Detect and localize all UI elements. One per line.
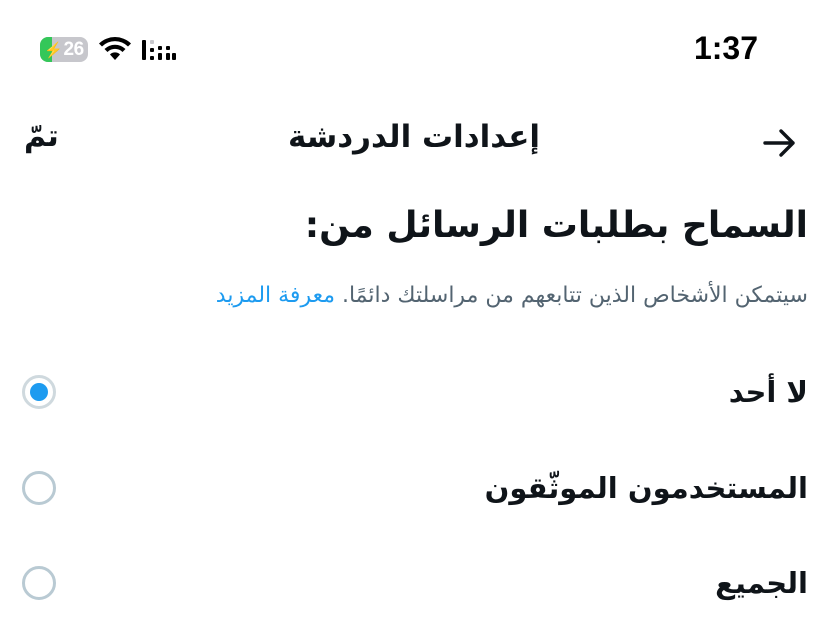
option-verified-users[interactable]: المستخدمون الموثّقون xyxy=(0,451,828,531)
wifi-icon xyxy=(99,37,131,60)
top-navigation-bar: تمّ إعدادات الدردشة xyxy=(0,105,828,175)
option-label: الجميع xyxy=(715,566,808,600)
radio-button[interactable] xyxy=(22,566,56,600)
cellular-signal-icon xyxy=(142,40,176,60)
section-heading: السماح بطلبات الرسائل من: xyxy=(304,205,808,246)
learn-more-link[interactable]: معرفة المزيد xyxy=(216,283,335,308)
battery-level: ⚡ 26 xyxy=(40,37,88,62)
option-no-one[interactable]: لا أحد xyxy=(0,355,828,435)
option-label: لا أحد xyxy=(728,375,808,409)
status-bar: ⚡ 26 1:37 xyxy=(0,0,828,100)
bolt-icon: ⚡ xyxy=(44,41,63,59)
battery-indicator: ⚡ 26 xyxy=(40,37,88,62)
option-everyone[interactable]: الجميع xyxy=(0,546,828,626)
option-label: المستخدمون الموثّقون xyxy=(484,471,808,505)
arrow-right-icon[interactable] xyxy=(760,123,800,163)
status-time: 1:37 xyxy=(693,30,758,66)
radio-button[interactable] xyxy=(22,471,56,505)
battery-level-text: 26 xyxy=(63,38,85,60)
radio-button-selected[interactable] xyxy=(22,375,56,409)
section-description: سيتمكن الأشخاص الذين تتابعهم من مراسلتك … xyxy=(216,283,808,308)
page-title: إعدادات الدردشة xyxy=(287,119,541,155)
radio-dot xyxy=(30,383,48,401)
description-text: سيتمكن الأشخاص الذين تتابعهم من مراسلتك … xyxy=(341,283,808,308)
